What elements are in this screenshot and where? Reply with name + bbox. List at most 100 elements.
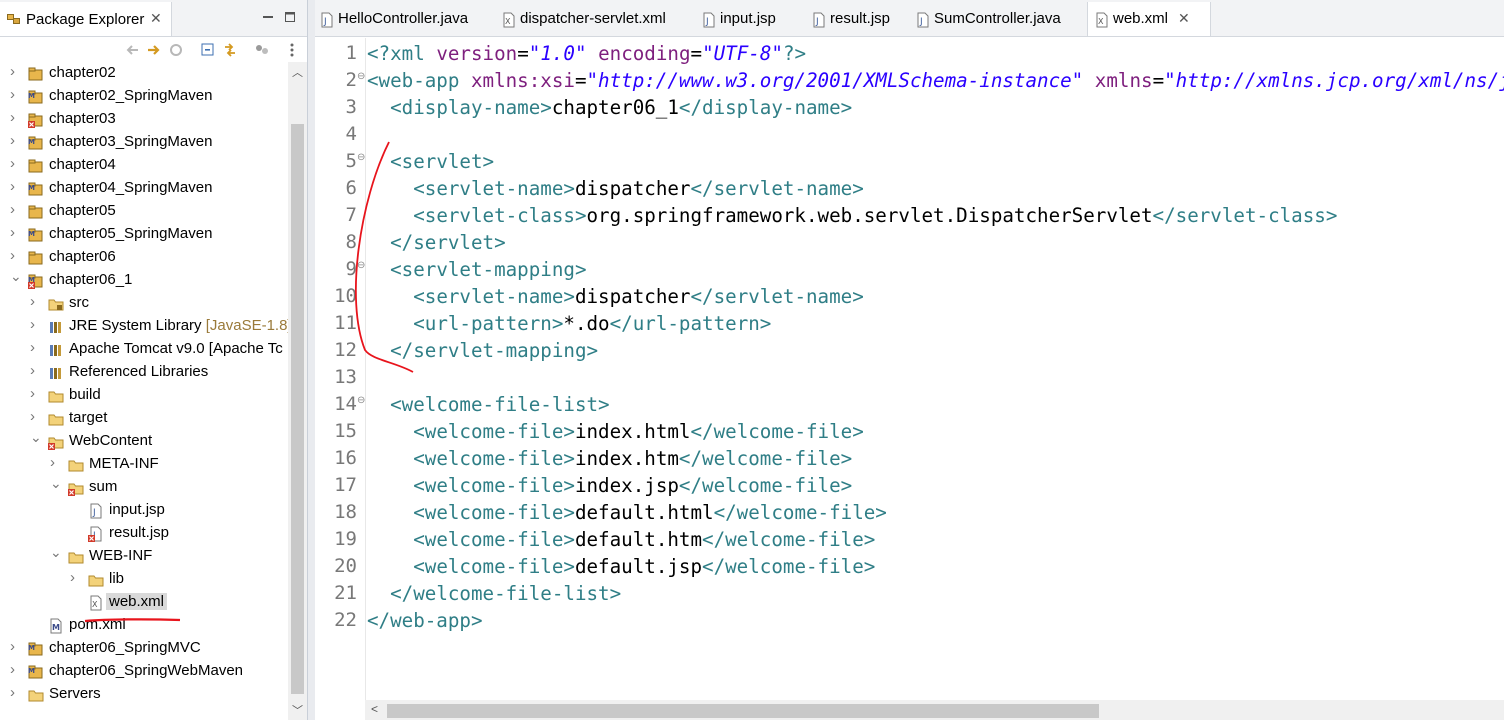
chevron-right-icon[interactable]: › [30, 339, 40, 356]
tree-item[interactable]: › Mchapter06_SpringWebMaven [0, 660, 288, 683]
code-line[interactable]: </servlet> [367, 229, 506, 256]
chevron-right-icon[interactable]: › [10, 178, 20, 195]
view-menu-icon[interactable] [284, 42, 300, 58]
chevron-right-icon[interactable]: › [30, 408, 40, 425]
tree-item[interactable]: Mpom.xml [0, 614, 288, 637]
scroll-up-icon[interactable]: ︿ [292, 64, 303, 80]
code-line[interactable]: <welcome-file>default.htm</welcome-file> [367, 526, 875, 553]
chevron-right-icon[interactable]: › [10, 155, 20, 172]
chevron-right-icon[interactable]: › [10, 638, 20, 655]
collapse-all-icon[interactable] [200, 42, 216, 58]
filters-icon[interactable] [254, 42, 270, 58]
tree-item[interactable]: › chapter06 [0, 246, 288, 269]
package-explorer-tab[interactable]: Package Explorer ✕ [0, 2, 172, 36]
fold-toggle-icon[interactable]: ⊖ [357, 260, 365, 271]
maximize-icon[interactable] [284, 11, 296, 23]
chevron-right-icon[interactable]: › [30, 385, 40, 402]
code-line[interactable]: <display-name>chapter06_1</display-name> [367, 94, 852, 121]
chevron-right-icon[interactable]: › [30, 362, 40, 379]
code-line[interactable]: <welcome-file>index.jsp</welcome-file> [367, 472, 852, 499]
chevron-down-icon[interactable]: ⌄ [10, 268, 22, 284]
close-icon[interactable]: ✕ [1178, 10, 1190, 27]
tree-item[interactable]: ⌄ WEB-INF [0, 544, 288, 568]
chevron-right-icon[interactable]: › [30, 293, 40, 310]
code-area[interactable]: 1 2 ⊖ 3 4 5 ⊖ 6 7 8 9 ⊖ 10 11 12 13 14 ⊖ 15 16 17 18 19 20 21 22 … [315, 38, 1504, 700]
editor-tab[interactable]: Jinput.jsp [701, 8, 797, 36]
tree-item[interactable]: › Mchapter02_SpringMaven [0, 85, 288, 108]
tree-item[interactable]: › Mchapter06_SpringMVC [0, 637, 288, 660]
code-line[interactable]: <servlet-name>dispatcher</servlet-name> [367, 175, 864, 202]
tree-item[interactable]: ⌄ sum [0, 475, 288, 499]
editor-tab[interactable]: Jresult.jsp [811, 8, 901, 36]
tree-item[interactable]: › build [0, 384, 288, 407]
up-folder-icon[interactable] [168, 42, 184, 58]
scroll-left-icon[interactable]: < [371, 702, 378, 716]
editor-tab[interactable]: Xdispatcher-servlet.xml [501, 8, 687, 36]
editor-tab[interactable]: J HelloController.java [319, 8, 489, 36]
fold-toggle-icon[interactable]: ⊖ [357, 71, 365, 82]
tree-item[interactable]: › Apache Tomcat v9.0 [Apache Tc [0, 338, 288, 361]
chevron-down-icon[interactable]: ⌄ [50, 544, 62, 560]
link-with-editor-icon[interactable] [222, 42, 238, 58]
editor-tab[interactable]: J SumController.java [915, 8, 1079, 36]
forward-arrow-icon[interactable] [146, 42, 162, 58]
chevron-right-icon[interactable]: › [10, 224, 20, 241]
scroll-down-icon[interactable]: ﹀ [292, 702, 303, 718]
code-line[interactable]: <welcome-file-list> [367, 391, 610, 418]
chevron-right-icon[interactable]: › [10, 63, 20, 80]
tree-item[interactable]: Jinput.jsp [0, 499, 288, 522]
code-line[interactable]: <?xml version="1.0" encoding="UTF-8"?> [367, 40, 806, 67]
code-line[interactable]: </servlet-mapping> [367, 337, 598, 364]
tree-item[interactable]: › Referenced Libraries [0, 361, 288, 384]
close-icon[interactable]: ✕ [150, 10, 162, 27]
tree-item[interactable]: › src [0, 292, 288, 315]
tree-item[interactable]: › chapter02 [0, 62, 288, 85]
tree-item[interactable]: › target [0, 407, 288, 430]
code-line[interactable]: <web-app xmlns:xsi="http://www.w3.org/20… [367, 67, 1504, 94]
back-arrow-icon[interactable] [124, 42, 140, 58]
code-line[interactable]: <url-pattern>*.do</url-pattern> [367, 310, 771, 337]
chevron-right-icon[interactable]: › [10, 247, 20, 264]
editor-horizontal-scrollbar[interactable]: < [365, 700, 1504, 720]
horizontal-scroll-thumb[interactable] [387, 704, 1099, 718]
tree-item[interactable]: › lib [0, 568, 288, 591]
chevron-right-icon[interactable]: › [10, 86, 20, 103]
tree-item[interactable]: › Servers [0, 683, 288, 706]
chevron-right-icon[interactable]: › [30, 316, 40, 333]
chevron-right-icon[interactable]: › [70, 569, 80, 586]
code-line[interactable]: <welcome-file>default.html</welcome-file… [367, 499, 887, 526]
tree-item[interactable]: › chapter04 [0, 154, 288, 177]
editor-tab[interactable]: Xweb.xml ✕ [1087, 2, 1211, 36]
minimize-icon[interactable] [262, 11, 274, 23]
chevron-right-icon[interactable]: › [10, 661, 20, 678]
tree-item[interactable]: › Mchapter03_SpringMaven [0, 131, 288, 154]
tree-item[interactable]: › chapter05 [0, 200, 288, 223]
tree-item[interactable]: › JRE System Library [JavaSE-1.8] [0, 315, 292, 338]
chevron-down-icon[interactable]: ⌄ [30, 429, 42, 445]
chevron-right-icon[interactable]: › [10, 201, 20, 218]
chevron-right-icon[interactable]: › [10, 684, 20, 701]
chevron-right-icon[interactable]: › [10, 109, 20, 126]
code-line[interactable]: <welcome-file>index.html</welcome-file> [367, 418, 864, 445]
code-line[interactable]: <welcome-file>default.jsp</welcome-file> [367, 553, 875, 580]
code-line[interactable]: </web-app> [367, 607, 483, 634]
code-line[interactable]: <servlet-class>org.springframework.web.s… [367, 202, 1337, 229]
fold-toggle-icon[interactable]: ⊖ [357, 395, 365, 406]
code-line[interactable]: <servlet-name>dispatcher</servlet-name> [367, 283, 864, 310]
code-line[interactable]: </welcome-file-list> [367, 580, 621, 607]
code-line[interactable]: <servlet> [367, 148, 494, 175]
tree-item[interactable]: ⌄ WebContent [0, 429, 288, 453]
code-line[interactable]: <servlet-mapping> [367, 256, 586, 283]
tree-item[interactable]: › META-INF [0, 453, 288, 476]
fold-toggle-icon[interactable]: ⊖ [357, 152, 365, 163]
tree-item[interactable]: › chapter03 [0, 108, 288, 131]
scroll-thumb[interactable] [291, 124, 304, 694]
tree-item[interactable]: › Mchapter04_SpringMaven [0, 177, 288, 200]
explorer-vertical-scrollbar[interactable]: ︿ ﹀ [288, 62, 307, 720]
chevron-right-icon[interactable]: › [50, 454, 60, 471]
tree-item[interactable]: › Mchapter05_SpringMaven [0, 223, 288, 246]
tree-item[interactable]: Xweb.xml [0, 591, 288, 614]
chevron-right-icon[interactable]: › [10, 132, 20, 149]
tree-item[interactable]: ⌄ Mchapter06_1 [0, 268, 288, 292]
tree-item[interactable]: Jresult.jsp [0, 522, 288, 545]
